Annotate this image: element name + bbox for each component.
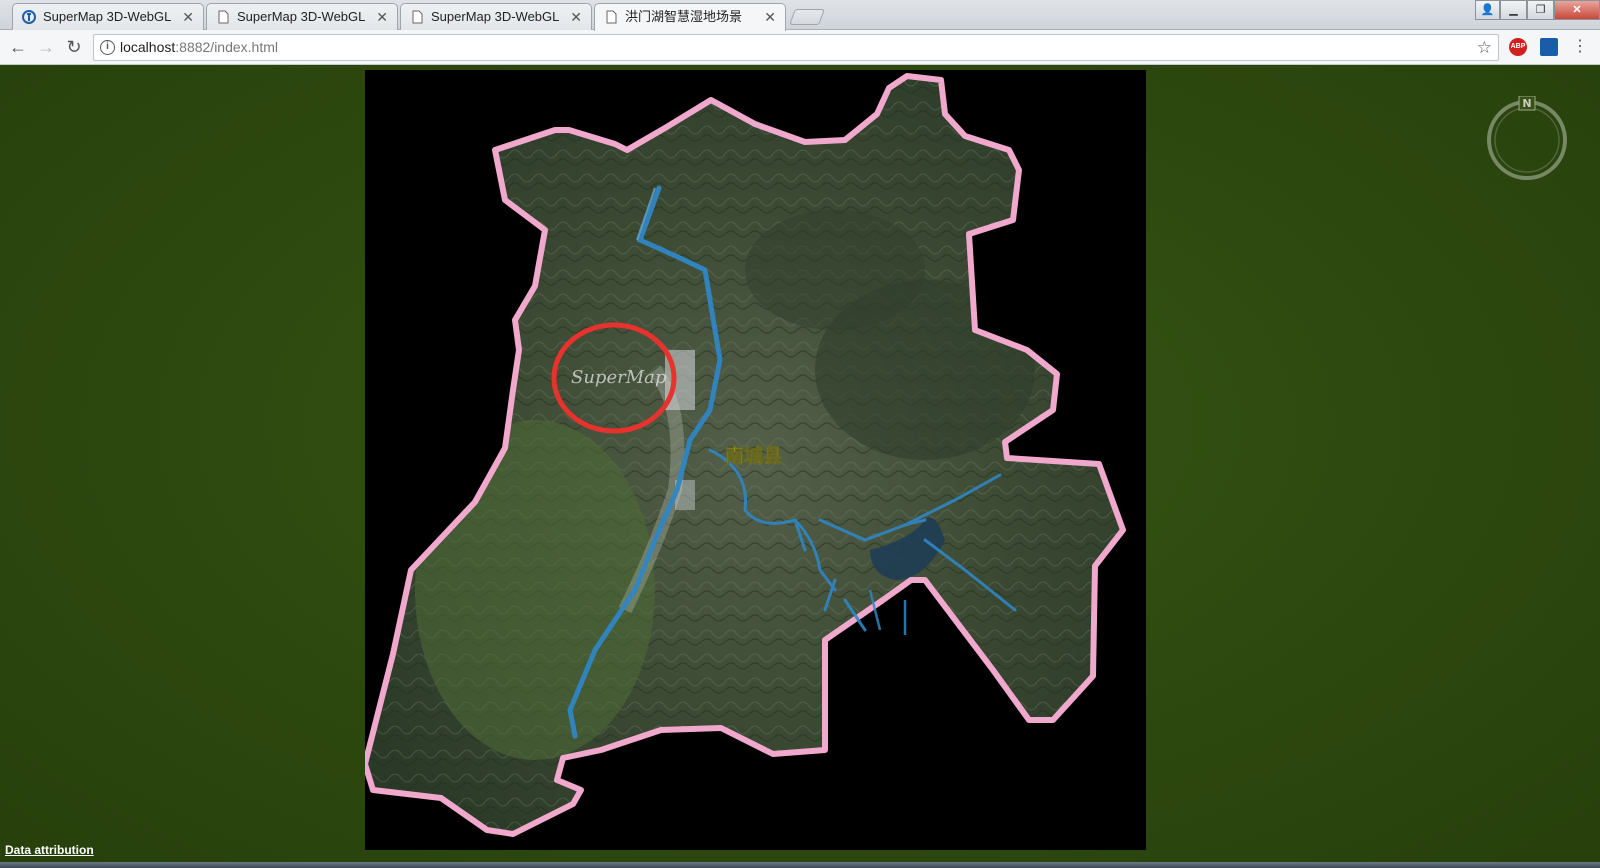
data-attribution-link[interactable]: Data attribution — [5, 843, 94, 857]
tab-supermap-3[interactable]: SuperMap 3D-WebGL ✕ — [400, 3, 592, 30]
window-controls: 👤 ▁ ❐ ✕ — [1475, 0, 1600, 20]
restore-button[interactable]: ❐ — [1527, 0, 1554, 20]
satellite-map[interactable]: SuperMap 南城县 — [365, 70, 1146, 850]
tab-close-icon[interactable]: ✕ — [182, 4, 194, 30]
compass-icon[interactable]: N — [1484, 96, 1570, 182]
bookmark-star-icon[interactable]: ☆ — [1477, 35, 1492, 60]
tab-supermap-1[interactable]: SuperMap 3D-WebGL ✕ — [12, 3, 204, 30]
os-taskbar — [0, 862, 1600, 868]
tab-supermap-2[interactable]: SuperMap 3D-WebGL ✕ — [206, 3, 398, 30]
supermap-favicon-icon — [22, 10, 36, 24]
back-arrow-icon[interactable]: ← — [6, 36, 30, 60]
tab-title: SuperMap 3D-WebGL — [43, 9, 172, 24]
page-icon — [412, 10, 423, 24]
page-icon — [218, 10, 229, 24]
supermap-watermark: SuperMap — [571, 367, 667, 388]
tab-close-icon[interactable]: ✕ — [570, 4, 582, 30]
url-text: localhost:8882/index.html — [120, 35, 278, 60]
adblock-extension-icon[interactable]: ABP — [1509, 38, 1527, 56]
url-host: localhost — [120, 39, 176, 55]
scene-viewer[interactable]: SuperMap 南城县 N Data attribution — [0, 66, 1600, 862]
tab-strip: SuperMap 3D-WebGL ✕ SuperMap 3D-WebGL ✕ … — [0, 0, 1600, 31]
page-icon — [606, 10, 617, 24]
tab-title: SuperMap 3D-WebGL — [237, 9, 366, 24]
tab-close-icon[interactable]: ✕ — [376, 4, 388, 30]
url-path: :8882/index.html — [175, 39, 278, 55]
browser-toolbar: ← → ↻ i localhost:8882/index.html ☆ ABP … — [0, 30, 1600, 65]
tab-title: SuperMap 3D-WebGL — [431, 9, 560, 24]
county-map-svg: SuperMap 南城县 — [365, 70, 1146, 850]
tab-close-icon[interactable]: ✕ — [764, 4, 776, 30]
browser-menu-icon[interactable]: ⋮ — [1572, 38, 1588, 56]
extension-icon[interactable] — [1540, 38, 1558, 56]
user-icon[interactable]: 👤 — [1475, 0, 1500, 20]
new-tab-button[interactable] — [789, 9, 825, 25]
minimize-button[interactable]: ▁ — [1500, 0, 1527, 20]
info-icon[interactable]: i — [100, 40, 115, 55]
reload-icon[interactable]: ↻ — [62, 36, 86, 60]
address-bar[interactable]: i localhost:8882/index.html ☆ — [93, 34, 1499, 61]
compass-north-label: N — [1522, 97, 1531, 110]
forward-arrow-icon[interactable]: → — [34, 36, 58, 60]
close-window-button[interactable]: ✕ — [1554, 0, 1600, 20]
county-label: 南城县 — [725, 444, 782, 467]
tab-title: 洪门湖智慧湿地场景 — [625, 9, 743, 24]
tab-wetland-scene[interactable]: 洪门湖智慧湿地场景 ✕ — [594, 3, 786, 31]
